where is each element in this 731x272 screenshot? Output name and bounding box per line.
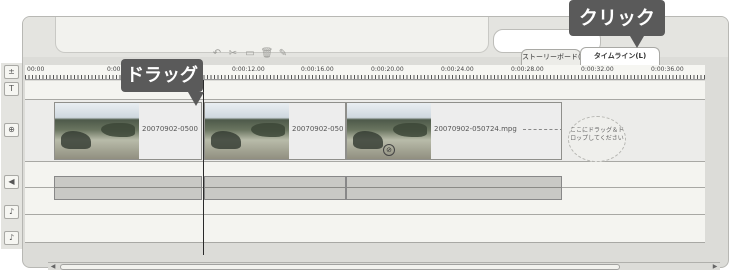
music-track-2-icon[interactable]: ♪ [4, 231, 19, 245]
title-track-button[interactable]: T [4, 82, 19, 96]
ruler-label: 0:00:20.00 [371, 66, 404, 73]
video-clip[interactable]: 20070902-050 [204, 102, 346, 160]
split-icon[interactable]: ▭ [242, 47, 258, 61]
title-track-icon: T [9, 84, 14, 93]
audio-segment[interactable] [204, 176, 346, 200]
video-clip[interactable]: 20070902-0500 [54, 102, 202, 160]
pencil-icon[interactable]: ✎ [276, 47, 290, 61]
track-header-column: ± T ⊕ ◀ ♪ ♪ [1, 63, 23, 249]
ruler-label: 0:00:36.00 [651, 66, 684, 73]
tab-timeline[interactable]: タイムライン(L) [580, 47, 660, 65]
playhead-line[interactable] [203, 80, 204, 255]
scrollbar-thumb[interactable] [60, 264, 620, 270]
clip-drop-guide [523, 129, 561, 130]
scroll-right-icon[interactable]: ▶ [710, 263, 720, 270]
clip-name: 20070902-050724.mpg [434, 125, 517, 133]
tab-storyboard[interactable]: ストーリーボード(S) [521, 49, 588, 65]
ruler-label: 0:00:12.00 [232, 66, 265, 73]
ruler-label: 0:00:32.00 [581, 66, 614, 73]
zoom-icon[interactable]: ± [4, 65, 19, 79]
clip-thumbnail [55, 103, 139, 159]
drop-target-hint[interactable]: ここにドラッグ＆ドロップしてください [568, 116, 626, 162]
click-callout-pointer [630, 36, 644, 48]
ruler-label: 0:00 [107, 66, 121, 73]
undo-icon[interactable]: ↶ [210, 47, 224, 61]
horizontal-scrollbar[interactable]: ◀ ▶ [48, 262, 720, 270]
ruler-label: 0:00:24.00 [441, 66, 474, 73]
audio-segment[interactable] [54, 176, 202, 200]
transition-marker-icon: ⊘ [383, 144, 395, 156]
video-track-icon[interactable]: ⊕ [4, 123, 19, 137]
trash-icon[interactable]: 🗑 [260, 47, 274, 61]
scroll-left-icon[interactable]: ◀ [48, 263, 58, 270]
music-track-2[interactable] [25, 215, 705, 243]
video-clip[interactable]: 20070902-050724.mpg ⊘ [346, 102, 562, 160]
edit-toolbar: ↶ ✂ ▭ 🗑 ✎ [210, 47, 290, 63]
drag-callout-pointer [188, 92, 204, 106]
ruler-label: 00:00 [27, 66, 45, 73]
drag-callout: ドラッグ [121, 59, 203, 92]
clip-name: 20070902-0500 [142, 125, 198, 133]
clip-thumbnail [205, 103, 289, 159]
ruler-label: 0:00:28.00 [511, 66, 544, 73]
ruler-label: 0:00:16.00 [301, 66, 334, 73]
clip-name: 20070902-050 [292, 125, 344, 133]
audio-segment[interactable] [346, 176, 562, 200]
music-track-1-icon[interactable]: ♪ [4, 205, 19, 219]
click-callout: クリック [569, 0, 665, 36]
voice-track-icon[interactable]: ◀ [4, 175, 19, 189]
scissors-icon[interactable]: ✂ [226, 47, 240, 61]
